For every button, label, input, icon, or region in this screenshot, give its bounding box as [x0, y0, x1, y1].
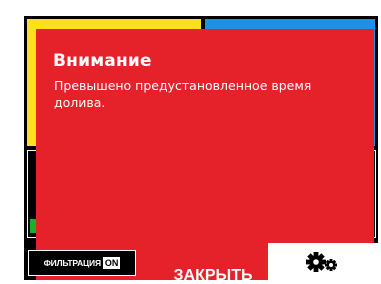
filtration-label: ФИЛЬТРАЦИЯ	[43, 258, 101, 268]
alert-message: Превышено предустановленное время долива…	[54, 78, 312, 110]
alert-title: Внимание	[53, 51, 152, 71]
close-button[interactable]: ЗАКРЫТЬ	[158, 261, 268, 280]
settings-button[interactable]	[268, 243, 378, 280]
filtration-toggle-button[interactable]: ФИЛЬТРАЦИЯ ON	[28, 250, 136, 276]
gears-icon	[305, 251, 341, 273]
device-screen: Внимание Превышено предустановленное вре…	[24, 16, 378, 280]
filtration-state-badge: ON	[102, 257, 121, 269]
